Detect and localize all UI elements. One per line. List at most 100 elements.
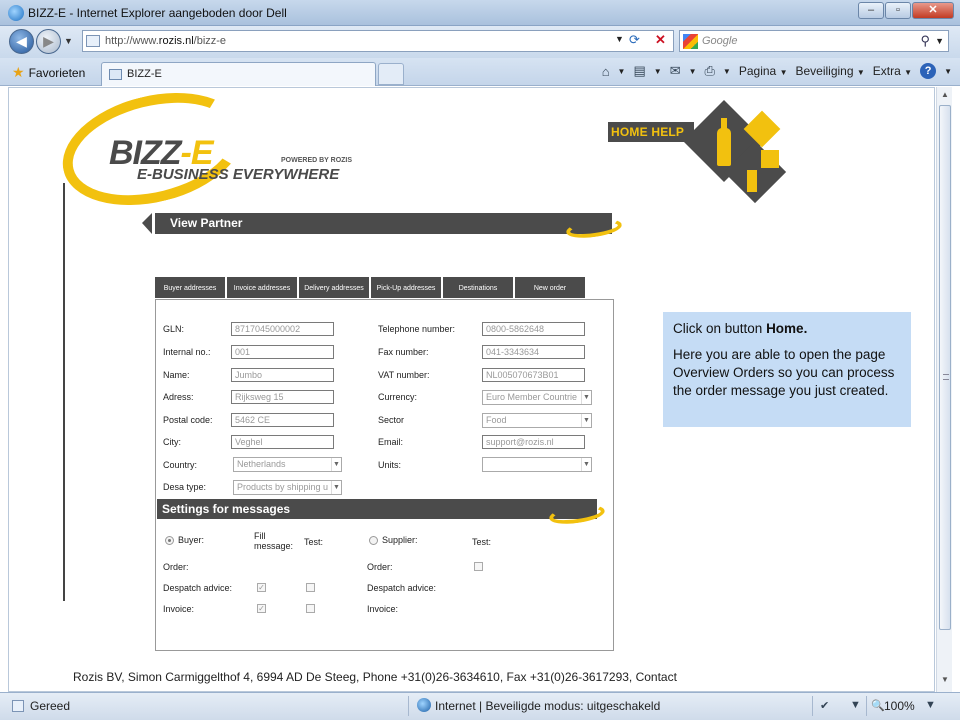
history-dropdown-icon[interactable]: ▼ xyxy=(64,36,73,46)
page-status-icon xyxy=(12,700,24,712)
tab-new-order[interactable]: New order xyxy=(515,277,585,298)
command-bar: ⌂ ▼ ▤ ▼ ✉ ▼ ⎙ ▼ Pagina ▼ Beveiliging ▼ Extra… xyxy=(602,63,952,79)
internal-no-field[interactable]: 001 xyxy=(231,345,334,359)
url-text[interactable]: http://www.rozis.nl/bizz-e xyxy=(105,35,226,47)
buyer-label: Buyer: xyxy=(178,535,205,545)
zoom-level[interactable]: 100% xyxy=(884,699,915,713)
google-icon xyxy=(683,34,698,49)
fax-field[interactable]: 041-3343634 xyxy=(482,345,585,359)
gln-label: GLN: xyxy=(163,324,185,334)
status-text: Gereed xyxy=(30,699,71,713)
sector-select[interactable]: Food ▼ xyxy=(482,413,592,428)
minimize-button[interactable]: – xyxy=(858,2,884,19)
tab-page-icon xyxy=(109,69,122,80)
address-toolbar: ◀ ▶ ▼ http://www.rozis.nl/bizz-e ▼ ⟳ ✕ G… xyxy=(0,26,960,58)
desa-type-label: Desa type: xyxy=(163,482,207,492)
scroll-thumb[interactable] xyxy=(939,105,951,630)
help-dropdown-icon[interactable]: ▼ xyxy=(944,67,952,76)
name-field[interactable]: Jumbo xyxy=(231,368,334,382)
print-icon[interactable]: ⎙ xyxy=(705,63,715,79)
country-select[interactable]: Netherlands ▼ xyxy=(233,457,342,472)
menu-pagina[interactable]: Pagina ▼ xyxy=(739,64,788,78)
postal-code-field[interactable]: 5462 CE xyxy=(231,413,334,427)
despatch-advice-label: Despatch advice: xyxy=(163,583,233,593)
callout-line1: Click on button Home. xyxy=(673,321,808,336)
menu-beveiliging[interactable]: Beveiliging ▼ xyxy=(795,64,864,78)
window-title: BIZZ-E - Internet Explorer aangeboden do… xyxy=(28,6,287,20)
maximize-button[interactable]: ▫ xyxy=(885,2,911,19)
menu-extra[interactable]: Extra ▼ xyxy=(873,64,912,78)
home-help-button[interactable]: HOME HELP xyxy=(608,122,694,142)
email-label: Email: xyxy=(378,437,404,447)
zoom-dropdown-left-icon[interactable]: ▼ xyxy=(850,699,861,711)
adress-label: Adress: xyxy=(163,392,194,402)
scroll-up-icon[interactable]: ▲ xyxy=(939,90,951,104)
section-title: View Partner xyxy=(155,213,612,234)
back-arrow-icon[interactable] xyxy=(142,213,152,234)
stop-icon[interactable]: ✕ xyxy=(655,32,666,48)
city-field[interactable]: Veghel xyxy=(231,435,334,449)
currency-select[interactable]: Euro Member Countrie ▼ xyxy=(482,390,592,405)
gln-field[interactable]: 8717045000002 xyxy=(231,322,334,336)
home-icon[interactable]: ⌂ xyxy=(602,64,610,79)
supplier-test-label: Test: xyxy=(472,537,492,547)
search-placeholder[interactable]: Google xyxy=(702,35,737,47)
zoom-dropdown-icon[interactable]: ▼ xyxy=(925,699,936,711)
supplier-order-test-checkbox[interactable] xyxy=(474,562,483,571)
buyer-radio[interactable] xyxy=(165,536,174,545)
shirt-icon xyxy=(761,150,779,168)
callout-line2: Here you are able to open the page Overv… xyxy=(673,347,895,398)
desa-type-select[interactable]: Products by shipping u ▼ xyxy=(233,480,342,495)
cup-icon xyxy=(747,170,757,192)
tab-destinations[interactable]: Destinations xyxy=(443,277,513,298)
mail-dropdown-icon[interactable]: ▼ xyxy=(689,67,697,76)
bottle-icon xyxy=(717,118,731,166)
tab-bizz-e[interactable]: BIZZ-E xyxy=(101,62,376,86)
feeds-dropdown-icon[interactable]: ▼ xyxy=(654,67,662,76)
forward-button[interactable]: ▶ xyxy=(36,29,61,54)
page-footer: Rozis BV, Simon Carmiggelthof 4, 6994 AD… xyxy=(73,670,677,684)
mail-icon[interactable]: ✉ xyxy=(670,63,681,79)
invoice-test-checkbox[interactable] xyxy=(306,604,315,613)
help-icon[interactable]: ? xyxy=(920,63,937,79)
tab-buyer-addresses[interactable]: Buyer addresses xyxy=(155,277,225,298)
tab-pickup-addresses[interactable]: Pick-Up addresses xyxy=(371,277,441,298)
sector-label: Sector xyxy=(378,415,405,425)
zoom-icon[interactable]: 🔍 xyxy=(871,699,885,712)
chevron-down-icon: ▼ xyxy=(581,391,591,404)
scroll-down-icon[interactable]: ▼ xyxy=(939,675,951,689)
supplier-despatch-advice-label: Despatch advice: xyxy=(367,583,437,593)
supplier-radio[interactable] xyxy=(369,536,378,545)
telephone-field[interactable]: 0800-5862648 xyxy=(482,322,585,336)
vat-field[interactable]: NL005070673B01 xyxy=(482,368,585,382)
chevron-down-icon: ▼ xyxy=(581,458,591,471)
email-field[interactable]: support@rozis.nl xyxy=(482,435,585,449)
address-bar[interactable]: http://www.rozis.nl/bizz-e ▼ ⟳ ✕ xyxy=(82,30,674,52)
protected-mode-icon[interactable]: ✔ xyxy=(820,699,829,712)
search-dropdown-icon[interactable]: ▼ xyxy=(935,36,944,46)
refresh-icon[interactable]: ⟳ xyxy=(629,32,640,48)
despatch-test-checkbox[interactable] xyxy=(306,583,315,592)
units-label: Units: xyxy=(378,460,402,470)
tab-delivery-addresses[interactable]: Delivery addresses xyxy=(299,277,369,298)
address-dropdown-icon[interactable]: ▼ xyxy=(615,34,624,44)
home-dropdown-icon[interactable]: ▼ xyxy=(618,67,626,76)
favorites-button[interactable]: ★ Favorieten xyxy=(12,64,85,81)
print-dropdown-icon[interactable]: ▼ xyxy=(723,67,731,76)
close-button[interactable]: ✕ xyxy=(912,2,954,19)
postal-code-label: Postal code: xyxy=(163,415,213,425)
despatch-fill-checkbox[interactable]: ✓ xyxy=(257,583,266,592)
search-box[interactable]: Google ⚲ ▼ xyxy=(679,30,949,52)
units-select[interactable]: ▼ xyxy=(482,457,592,472)
search-icon[interactable]: ⚲ xyxy=(920,33,930,49)
new-tab-button[interactable] xyxy=(378,63,404,85)
test-label: Test: xyxy=(304,537,324,547)
back-button[interactable]: ◀ xyxy=(9,29,34,54)
security-zone-text[interactable]: Internet | Beveiligde modus: uitgeschake… xyxy=(435,699,660,713)
feeds-icon[interactable]: ▤ xyxy=(633,63,645,79)
vertical-scrollbar[interactable]: ▲ ▼ xyxy=(936,87,952,692)
invoice-fill-checkbox[interactable]: ✓ xyxy=(257,604,266,613)
country-label: Country: xyxy=(163,460,198,470)
tab-invoice-addresses[interactable]: Invoice addresses xyxy=(227,277,297,298)
adress-field[interactable]: Rijksweg 15 xyxy=(231,390,334,404)
